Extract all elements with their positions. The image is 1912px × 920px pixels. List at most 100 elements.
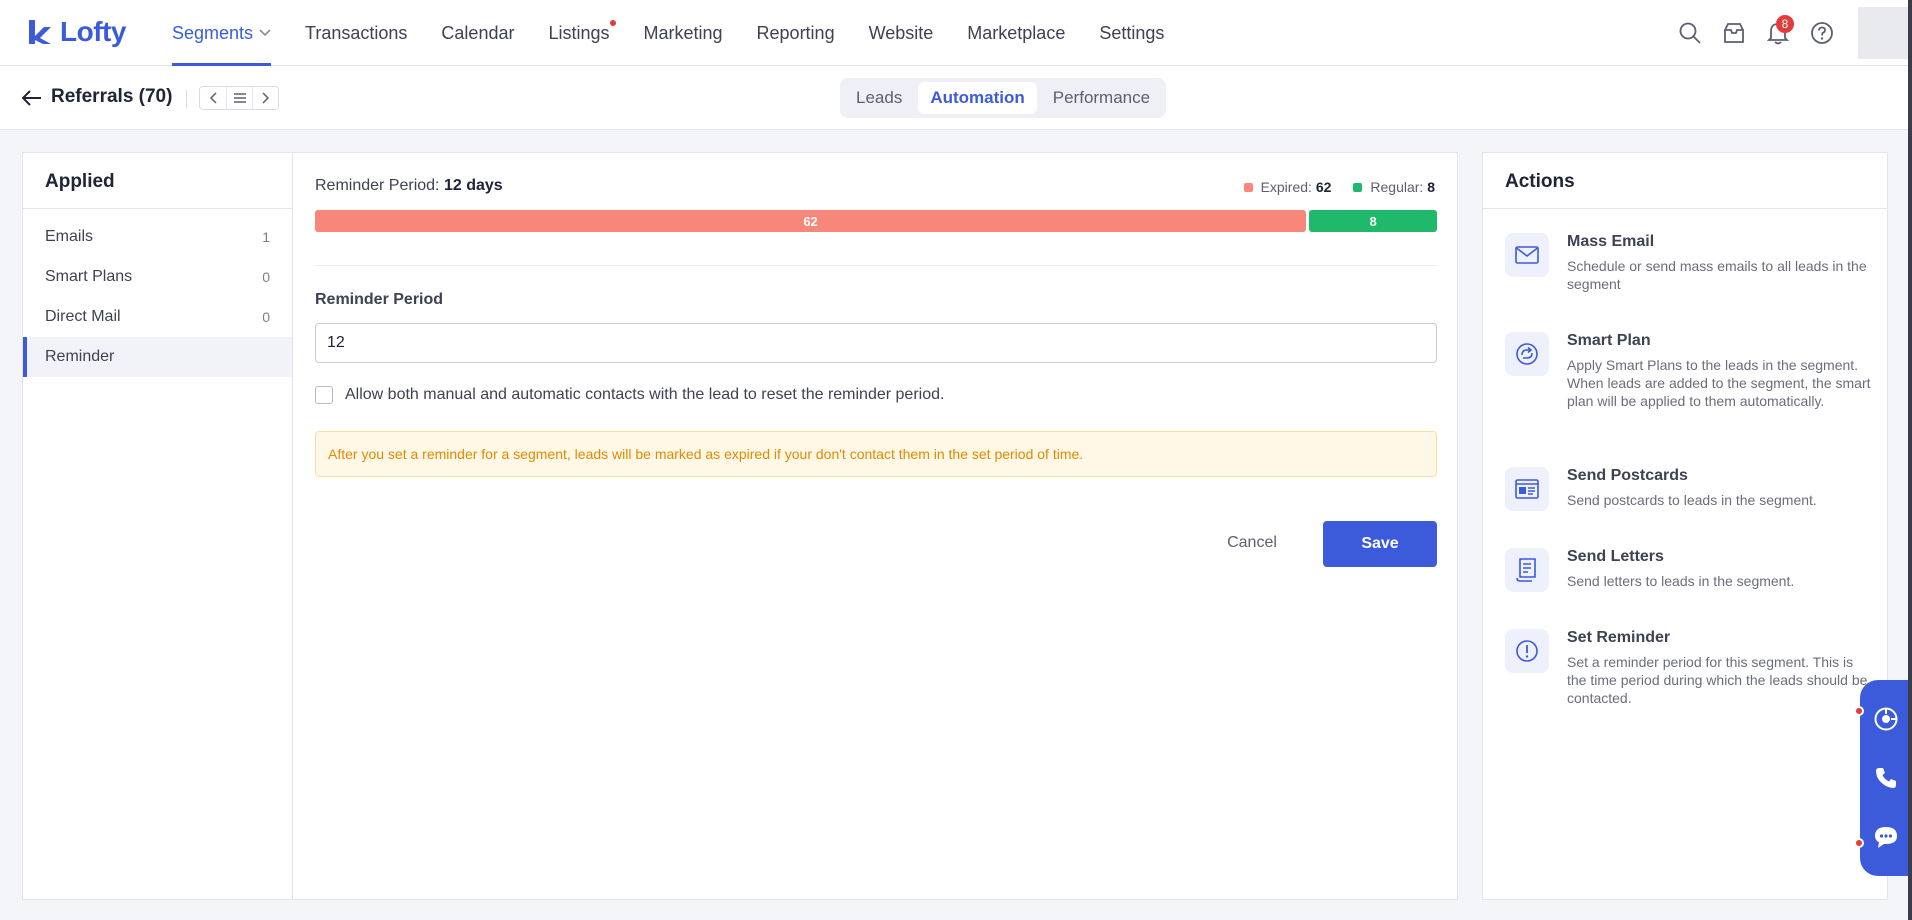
phone-icon[interactable] [1870, 762, 1902, 794]
chevron-left-icon [209, 92, 217, 104]
back-arrow-icon[interactable] [20, 86, 44, 110]
smart-plan-icon [1505, 332, 1549, 376]
nav-item-reporting[interactable]: Reporting [757, 0, 835, 66]
reminder-period-summary: Reminder Period: 12 days [315, 177, 503, 195]
nav-label: Transactions [305, 22, 408, 43]
main-nav: Segments Transactions Calendar Listings … [172, 0, 1198, 66]
chat-icon[interactable] [1870, 821, 1902, 853]
nav-item-segments[interactable]: Segments [172, 0, 272, 66]
window-edge [1908, 0, 1912, 920]
cancel-button[interactable]: Cancel [1211, 521, 1293, 565]
reset-period-label: Allow both manual and automatic contacts… [345, 386, 945, 403]
next-segment-button[interactable] [252, 87, 278, 109]
nav-utilities: 8 [1668, 0, 1912, 66]
nav-label: Marketing [643, 22, 723, 43]
reminder-settings-panel: Reminder Period: 12 days Expired: 62 Reg… [292, 152, 1458, 900]
reset-period-checkbox[interactable] [315, 386, 333, 404]
segment-pager [199, 86, 279, 110]
nav-label: Listings [548, 22, 610, 43]
action-mass-email[interactable]: Mass Email Schedule or send mass emails … [1505, 233, 1875, 293]
segment-list-button[interactable] [226, 87, 252, 109]
action-smart-plan[interactable]: Smart Plan Apply Smart Plans to the lead… [1505, 332, 1875, 410]
action-title: Send Letters [1567, 548, 1664, 565]
reset-option-row: Allow both manual and automatic contacts… [315, 386, 944, 404]
applied-item-label: Reminder [45, 348, 115, 365]
action-desc: Set a reminder period for this segment. … [1567, 654, 1868, 706]
action-title: Mass Email [1567, 233, 1655, 250]
nav-item-settings[interactable]: Settings [1099, 0, 1164, 66]
mail-icon [1505, 233, 1549, 277]
letter-icon [1505, 548, 1549, 592]
nav-item-marketplace[interactable]: Marketplace [967, 0, 1065, 66]
lofty-logo[interactable]: Lofty [26, 14, 126, 50]
action-send-letters[interactable]: Send Letters Send letters to leads in th… [1505, 548, 1875, 592]
action-title: Send Postcards [1567, 467, 1688, 484]
nav-item-transactions[interactable]: Transactions [305, 0, 407, 66]
reminder-icon [1505, 629, 1549, 673]
nav-item-calendar[interactable]: Calendar [441, 0, 514, 66]
notice-text: After you set a reminder for a segment, … [328, 446, 1084, 462]
logo-text: Lofty [60, 16, 126, 47]
action-desc: Send letters to leads in the segment. [1567, 573, 1795, 589]
bell-icon[interactable]: 8 [1756, 11, 1800, 55]
save-button[interactable]: Save [1323, 521, 1437, 567]
tab-automation[interactable]: Automation [918, 82, 1037, 114]
postcard-icon [1505, 467, 1549, 511]
applied-item-count: 0 [262, 309, 270, 325]
regular-bar-segment: 8 [1309, 210, 1437, 232]
action-title: Smart Plan [1567, 332, 1651, 349]
nav-item-listings[interactable]: Listings [548, 0, 616, 66]
applied-list: Emails 1 Smart Plans 0 Direct Mail 0 Rem… [23, 209, 292, 377]
reminder-notice: After you set a reminder for a segment, … [315, 431, 1437, 477]
applied-item-reminder[interactable]: Reminder [23, 337, 292, 377]
page-title: Referrals (70) [51, 86, 173, 107]
legend-regular-value: 8 [1427, 179, 1435, 195]
applied-item-label: Smart Plans [45, 268, 133, 285]
support-widget [1860, 680, 1912, 876]
divider [186, 90, 187, 108]
nav-label: Marketplace [967, 22, 1066, 43]
applied-panel: Applied Emails 1 Smart Plans 0 Direct Ma… [22, 152, 292, 900]
applied-item-count: 0 [262, 269, 270, 285]
chevron-down-icon [259, 29, 271, 37]
segment-tabs: Leads Automation Performance [840, 78, 1167, 118]
applied-item-emails[interactable]: Emails 1 [23, 217, 292, 257]
legend-regular: Regular: 8 [1353, 179, 1435, 195]
avatar[interactable] [1858, 7, 1912, 59]
expired-bar-segment: 62 [315, 210, 1307, 232]
tab-performance[interactable]: Performance [1041, 82, 1162, 114]
regular-swatch [1353, 182, 1363, 192]
status-bar: 62 8 [315, 210, 1437, 232]
action-desc: Apply Smart Plans to the leads in the se… [1567, 357, 1871, 409]
nav-label: Website [868, 22, 934, 43]
legend-regular-label: Regular: [1370, 179, 1424, 195]
notification-badge: 8 [1776, 15, 1794, 33]
action-set-reminder[interactable]: Set Reminder Set a reminder period for t… [1505, 629, 1875, 707]
nav-item-marketing[interactable]: Marketing [644, 0, 723, 66]
previous-segment-button[interactable] [200, 87, 226, 109]
chevron-right-icon [261, 92, 269, 104]
reminder-period-input[interactable] [315, 323, 1437, 363]
applied-item-smart-plans[interactable]: Smart Plans 0 [23, 257, 292, 297]
nav-label: Calendar [441, 22, 515, 43]
nav-item-website[interactable]: Website [869, 0, 934, 66]
applied-title: Applied [23, 153, 292, 209]
search-icon[interactable] [1668, 11, 1712, 55]
tab-leads[interactable]: Leads [844, 82, 914, 114]
period-value: 12 days [443, 177, 503, 194]
actions-title: Actions [1483, 153, 1887, 209]
expired-swatch [1243, 182, 1253, 192]
support-hub-icon[interactable] [1870, 703, 1902, 735]
period-label: Reminder Period: [315, 177, 440, 194]
new-indicator-dot [609, 20, 616, 26]
top-navigation: Lofty Segments Transactions Calendar Lis… [0, 0, 1912, 66]
nav-label: Reporting [756, 22, 835, 43]
applied-item-direct-mail[interactable]: Direct Mail 0 [23, 297, 292, 337]
applied-item-count: 1 [262, 229, 270, 245]
segment-header: Referrals (70) Leads Automation Performa… [0, 66, 1912, 130]
nav-label: Settings [1099, 22, 1165, 43]
help-icon[interactable] [1800, 11, 1844, 55]
action-send-postcards[interactable]: Send Postcards Send postcards to leads i… [1505, 467, 1875, 511]
inbox-icon[interactable] [1712, 11, 1756, 55]
new-indicator-dot [1854, 706, 1864, 716]
